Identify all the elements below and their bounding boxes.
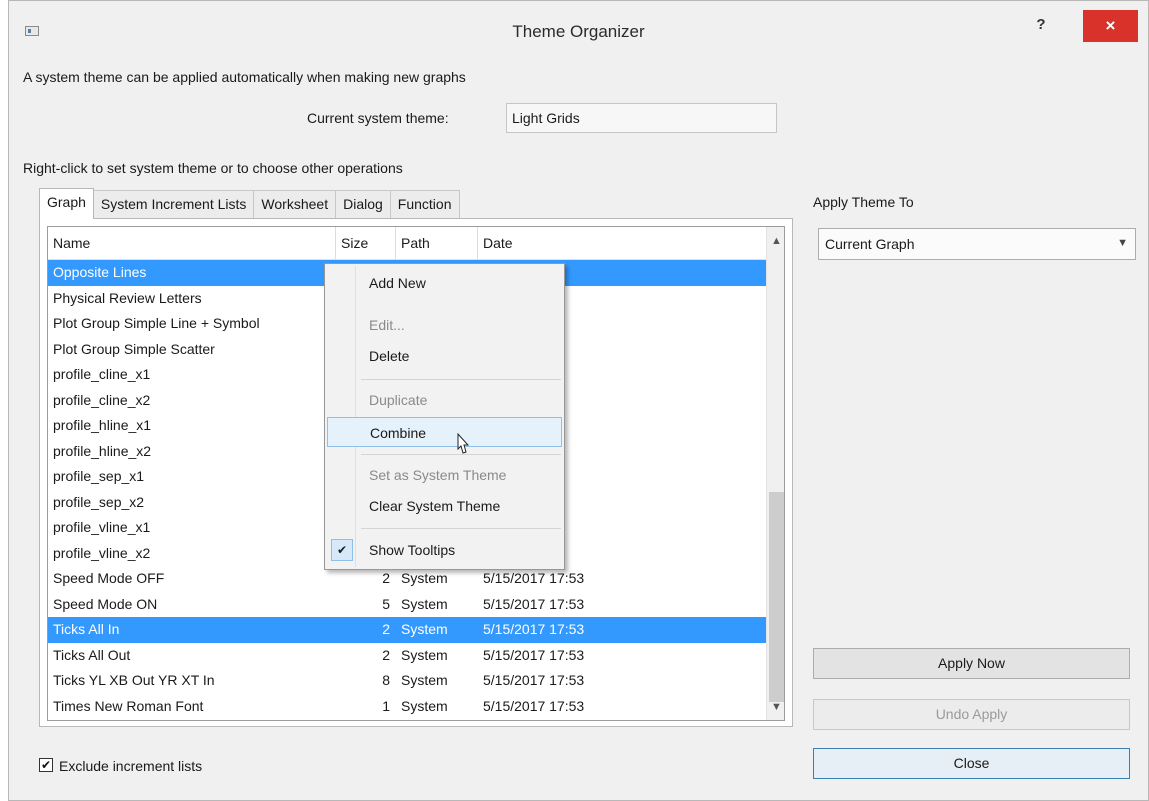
apply-theme-to-value: Current Graph [825, 236, 915, 252]
scroll-thumb[interactable] [769, 492, 784, 702]
apply-theme-to-select[interactable]: Current Graph ▼ [818, 228, 1136, 260]
menu-item-set-as-system-theme[interactable]: Set as System Theme [327, 460, 562, 490]
row-size-cell: 2 [382, 621, 390, 637]
theme-organizer-dialog: Theme Organizer ? × A system theme can b… [8, 0, 1149, 801]
undo-apply-button[interactable]: Undo Apply [813, 699, 1130, 730]
row-name-cell: profile_vline_x1 [53, 519, 151, 535]
row-name-cell: profile_hline_x2 [53, 442, 152, 459]
window-close-button[interactable]: × [1083, 10, 1138, 42]
tab-strip: Graph System Increment Lists Worksheet D… [39, 188, 460, 219]
row-name-cell: Plot Group Simple Scatter [53, 340, 215, 357]
scroll-down-icon[interactable]: ▼ [767, 701, 784, 718]
help-button[interactable]: ? [1031, 16, 1051, 38]
row-name-cell: Speed Mode ON [53, 595, 158, 612]
column-header-size[interactable]: Size [336, 227, 396, 260]
row-path-cell: System [401, 646, 448, 663]
column-header-name[interactable]: Name [48, 227, 336, 260]
row-size-cell: 5 [382, 595, 390, 612]
row-name-cell: Ticks All In [53, 621, 120, 637]
row-date-cell: 5/15/2017 17:53 [483, 621, 585, 637]
context-menu: Add New Edit... Delete Duplicate Combine… [324, 263, 565, 570]
column-header-path[interactable]: Path [396, 227, 478, 260]
tab-graph[interactable]: Graph [39, 188, 94, 219]
apply-now-button[interactable]: Apply Now [813, 648, 1130, 679]
row-size-cell: 2 [382, 646, 390, 663]
tab-dialog[interactable]: Dialog [335, 190, 391, 219]
row-name-cell: Opposite Lines [53, 264, 147, 280]
menu-item-add-new[interactable]: Add New [327, 268, 562, 298]
row-name-cell: profile_cline_x2 [53, 391, 151, 408]
tab-system-increment-lists[interactable]: System Increment Lists [92, 190, 255, 219]
row-date-cell: 5/15/2017 17:53 [483, 672, 585, 688]
title-bar: Theme Organizer ? × [9, 1, 1148, 59]
menu-separator [361, 528, 561, 529]
close-button[interactable]: Close [813, 748, 1130, 779]
menu-separator [361, 379, 561, 380]
row-path-cell: System [401, 621, 448, 637]
row-path-cell: System [401, 672, 448, 688]
row-path-cell: System [401, 697, 448, 714]
row-name-cell: Speed Mode OFF [53, 570, 165, 586]
row-name-cell: Ticks All Out [53, 646, 131, 663]
row-name-cell: profile_sep_x1 [53, 468, 145, 484]
exclude-increment-lists-checkbox[interactable]: ✔ [39, 758, 53, 772]
row-date-cell: 5/15/2017 17:53 [483, 697, 585, 714]
current-theme-field: Light Grids [506, 103, 777, 133]
menu-item-duplicate[interactable]: Duplicate [327, 385, 562, 415]
row-path-cell: System [401, 595, 448, 612]
menu-item-delete[interactable]: Delete [327, 341, 562, 371]
menu-item-combine[interactable]: Combine [327, 417, 562, 447]
row-name-cell: profile_sep_x2 [53, 493, 145, 510]
mouse-pointer-icon [457, 433, 470, 454]
chevron-down-icon: ▼ [1117, 237, 1128, 249]
row-name-cell: Times New Roman Font [53, 697, 204, 714]
intro-text: A system theme can be applied automatica… [23, 69, 466, 85]
tab-worksheet[interactable]: Worksheet [253, 190, 337, 219]
menu-item-show-tooltips[interactable]: ✔ Show Tooltips [327, 535, 562, 565]
row-name-cell: Ticks YL XB Out YR XT In [53, 672, 215, 688]
table-row[interactable]: Speed Mode ON 5 System 5/15/2017 17:53 [48, 592, 766, 618]
row-name-cell: profile_vline_x2 [53, 544, 151, 561]
row-name-cell: profile_hline_x1 [53, 417, 152, 433]
window-title: Theme Organizer [512, 22, 645, 41]
row-name-cell: Plot Group Simple Line + Symbol [53, 315, 260, 331]
table-row[interactable]: Ticks All In 2 System 5/15/2017 17:53 [48, 617, 766, 643]
row-date-cell: 5/15/2017 17:53 [483, 595, 585, 612]
row-name-cell: profile_cline_x1 [53, 366, 151, 382]
table-row[interactable]: Ticks All Out 2 System 5/15/2017 17:53 [48, 643, 766, 669]
row-size-cell: 1 [382, 697, 390, 714]
table-row[interactable]: Times New Roman Font 1 System 5/15/2017 17:… [48, 694, 766, 720]
scroll-up-icon[interactable]: ▲ [767, 235, 784, 252]
exclude-increment-lists-label[interactable]: Exclude increment lists [59, 758, 202, 774]
row-size-cell: 8 [382, 672, 390, 688]
current-theme-label: Current system theme: [307, 110, 449, 126]
row-date-cell: 5/15/2017 17:53 [483, 646, 585, 663]
menu-item-clear-system-theme[interactable]: Clear System Theme [327, 491, 562, 521]
vertical-scrollbar[interactable]: ▲ ▼ [766, 227, 784, 720]
column-header-date[interactable]: Date [478, 227, 766, 260]
list-header: Name Size Path Date [48, 227, 766, 260]
check-icon: ✔ [331, 539, 353, 561]
tab-function[interactable]: Function [389, 190, 460, 219]
row-name-cell: Physical Review Letters [53, 289, 202, 306]
table-row[interactable]: Ticks YL XB Out YR XT In 8 System 5/15/2017… [48, 668, 766, 694]
menu-item-edit[interactable]: Edit... [327, 310, 562, 340]
menu-item-show-tooltips-label: Show Tooltips [369, 542, 456, 558]
hint-text: Right-click to set system theme or to ch… [23, 160, 403, 176]
apply-theme-to-label: Apply Theme To [813, 194, 914, 210]
